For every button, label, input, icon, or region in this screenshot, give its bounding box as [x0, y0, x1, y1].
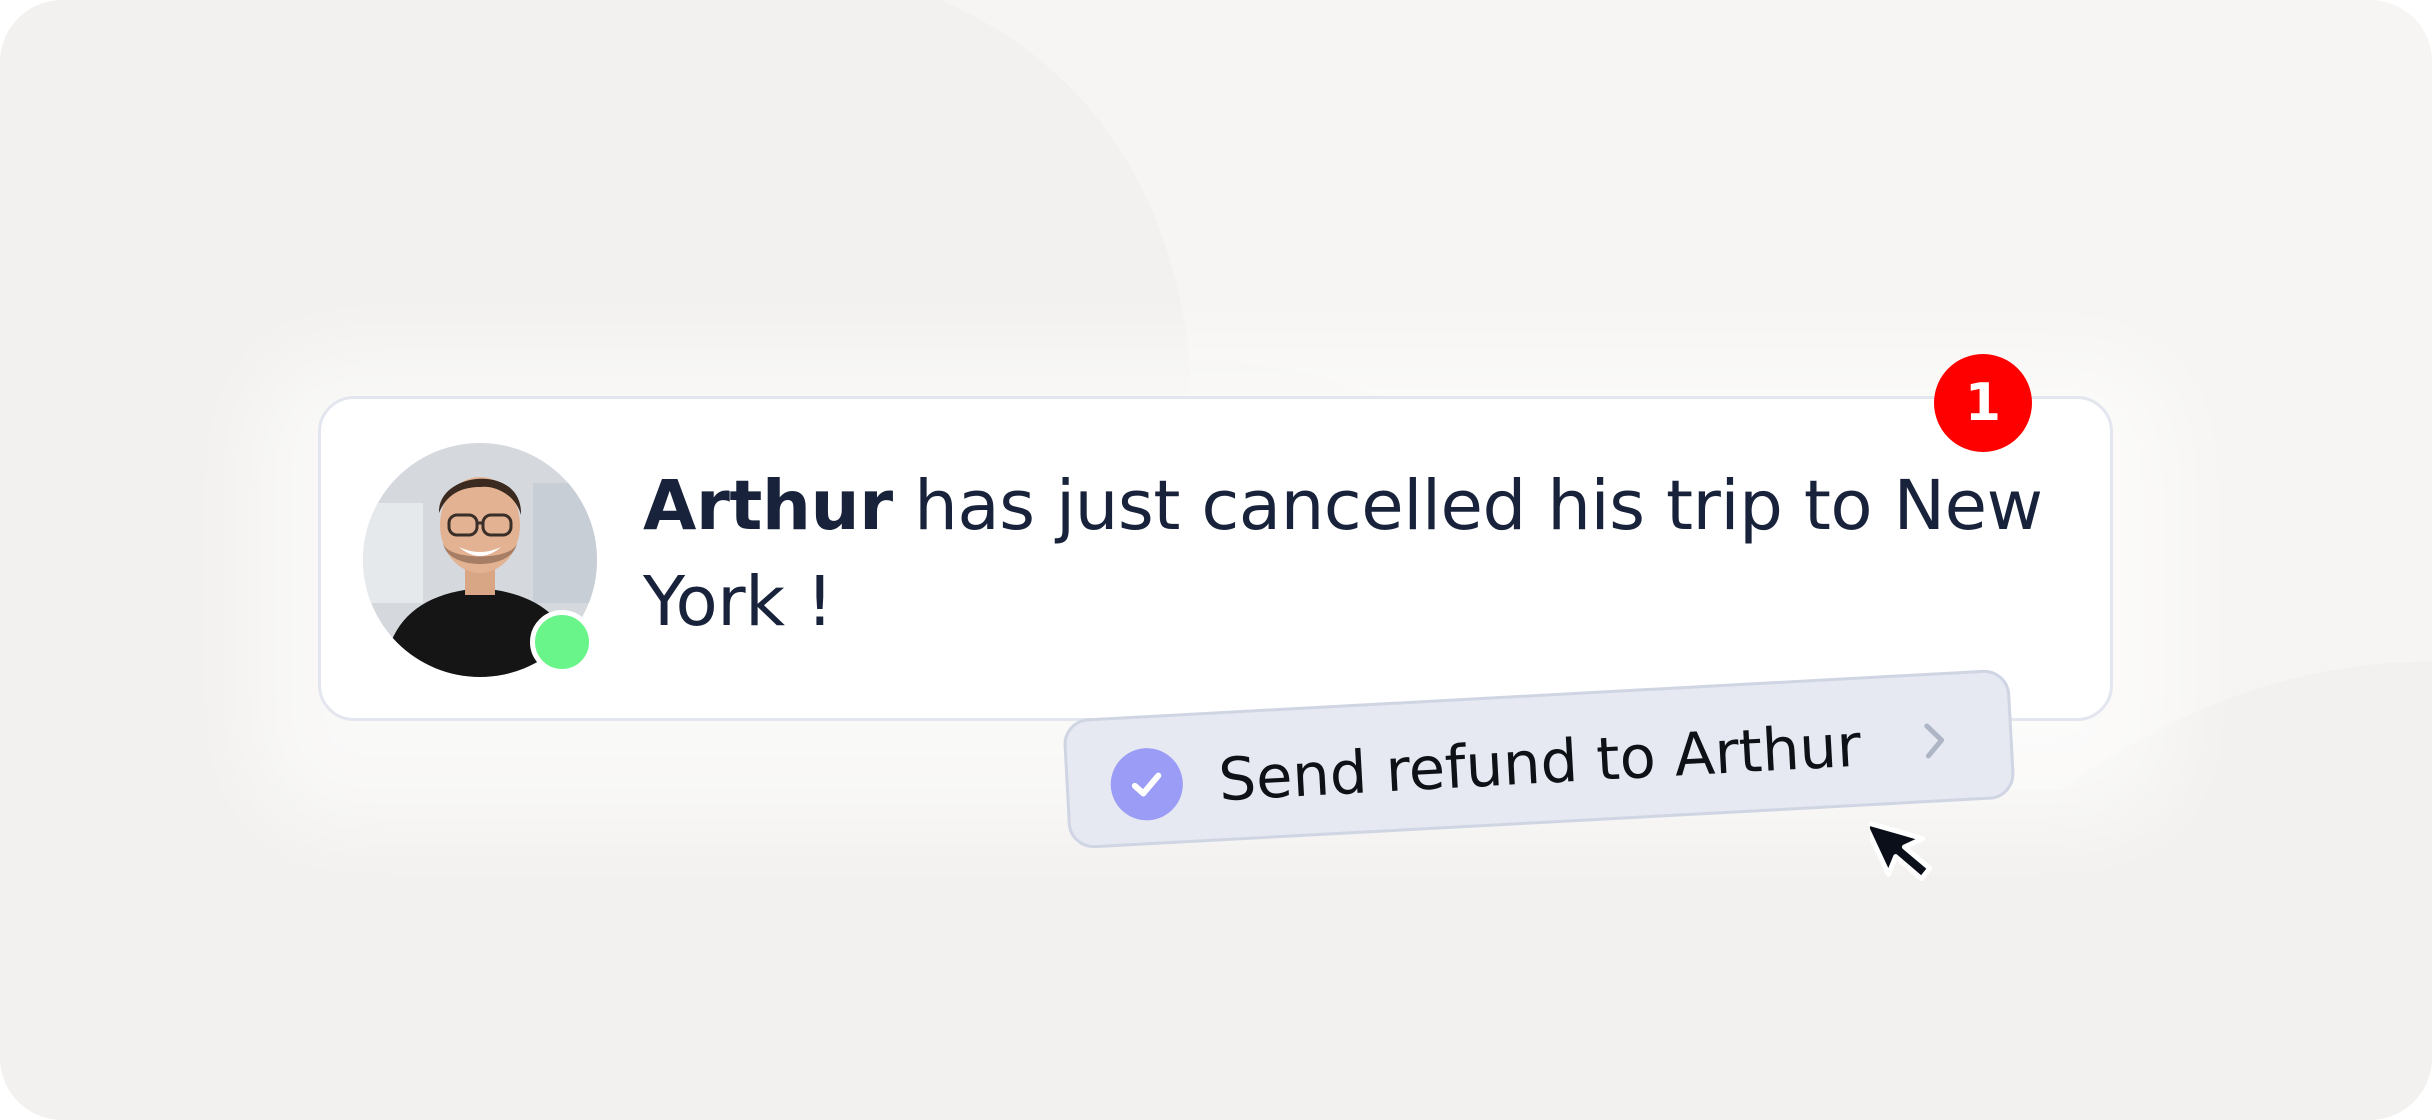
canvas-background: Arthur has just cancelled his trip to Ne…	[0, 0, 2432, 1120]
check-circle-icon	[1108, 746, 1185, 823]
notification-message: Arthur has just cancelled his trip to Ne…	[643, 458, 2043, 650]
unread-count-badge: 1	[1934, 354, 2032, 452]
send-refund-label: Send refund to Arthur	[1216, 710, 1863, 815]
chevron-right-icon	[1924, 723, 1945, 759]
user-name: Arthur	[643, 466, 893, 546]
mouse-pointer-icon	[1870, 819, 1933, 882]
online-status-dot	[530, 610, 594, 674]
